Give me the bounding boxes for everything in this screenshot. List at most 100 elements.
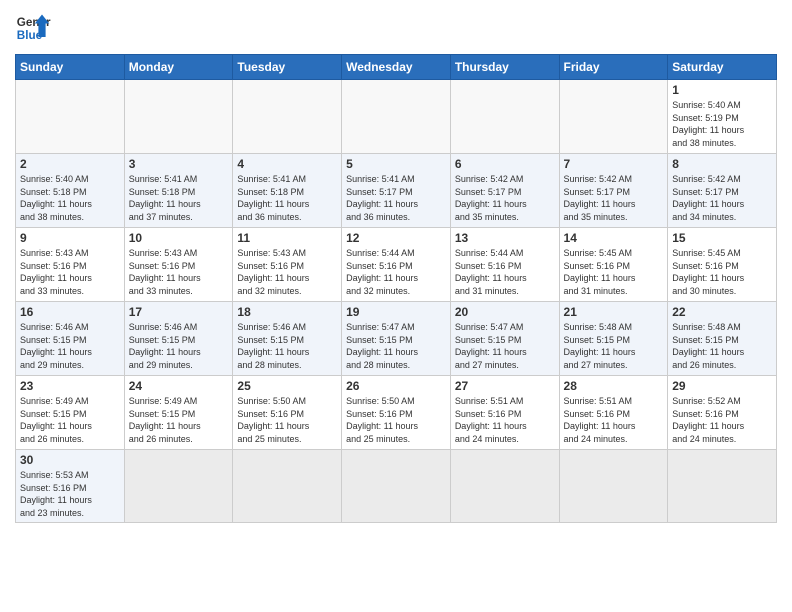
day-info: Sunrise: 5:44 AM Sunset: 5:16 PM Dayligh…: [346, 247, 446, 297]
day-info: Sunrise: 5:53 AM Sunset: 5:16 PM Dayligh…: [20, 469, 120, 519]
day-number: 22: [672, 305, 772, 319]
calendar-cell: 19 Sunrise: 5:47 AM Sunset: 5:15 PM Dayli…: [342, 302, 451, 376]
day-number: 11: [237, 231, 337, 245]
day-number: 28: [564, 379, 664, 393]
weekday-thursday: Thursday: [450, 55, 559, 80]
day-number: 6: [455, 157, 555, 171]
day-info: Sunrise: 5:43 AM Sunset: 5:16 PM Dayligh…: [237, 247, 337, 297]
day-info: Sunrise: 5:48 AM Sunset: 5:15 PM Dayligh…: [564, 321, 664, 371]
calendar-cell: 14Sunrise: 5:45 AM Sunset: 5:16 PM Dayli…: [559, 228, 668, 302]
weekday-wednesday: Wednesday: [342, 55, 451, 80]
day-info: Sunrise: 5:40 AM Sunset: 5:19 PM Dayligh…: [672, 99, 772, 149]
calendar-cell: [450, 80, 559, 154]
day-number: 8: [672, 157, 772, 171]
day-info: Sunrise: 5:49 AM Sunset: 5:15 PM Dayligh…: [129, 395, 229, 445]
day-info: Sunrise: 5:44 AM Sunset: 5:16 PM Dayligh…: [455, 247, 555, 297]
calendar-cell: 30 Sunrise: 5:53 AM Sunset: 5:16 PM Dayli…: [16, 450, 125, 523]
day-info: Sunrise: 5:43 AM Sunset: 5:16 PM Dayligh…: [20, 247, 120, 297]
day-info: Sunrise: 5:46 AM Sunset: 5:15 PM Dayligh…: [20, 321, 120, 371]
day-info: Sunrise: 5:42 AM Sunset: 5:17 PM Dayligh…: [672, 173, 772, 223]
day-info: Sunrise: 5:50 AM Sunset: 5:16 PM Dayligh…: [346, 395, 446, 445]
day-number: 13: [455, 231, 555, 245]
calendar-cell: 16 Sunrise: 5:46 AM Sunset: 5:15 PM Dayli…: [16, 302, 125, 376]
day-info: Sunrise: 5:46 AM Sunset: 5:15 PM Dayligh…: [129, 321, 229, 371]
day-number: 9: [20, 231, 120, 245]
day-number: 18: [237, 305, 337, 319]
logo-icon: General Blue: [15, 10, 51, 46]
day-info: Sunrise: 5:41 AM Sunset: 5:18 PM Dayligh…: [129, 173, 229, 223]
week-row-6: 30 Sunrise: 5:53 AM Sunset: 5:16 PM Dayli…: [16, 450, 777, 523]
calendar-cell: 15 Sunrise: 5:45 AM Sunset: 5:16 PM Dayli…: [668, 228, 777, 302]
calendar-cell: 28Sunrise: 5:51 AM Sunset: 5:16 PM Dayli…: [559, 376, 668, 450]
calendar-cell: 29 Sunrise: 5:52 AM Sunset: 5:16 PM Dayli…: [668, 376, 777, 450]
weekday-monday: Monday: [124, 55, 233, 80]
day-info: Sunrise: 5:42 AM Sunset: 5:17 PM Dayligh…: [455, 173, 555, 223]
day-number: 27: [455, 379, 555, 393]
day-number: 15: [672, 231, 772, 245]
week-row-1: 1 Sunrise: 5:40 AM Sunset: 5:19 PM Daylig…: [16, 80, 777, 154]
calendar-cell: 25 Sunrise: 5:50 AM Sunset: 5:16 PM Dayli…: [233, 376, 342, 450]
calendar-cell: 12 Sunrise: 5:44 AM Sunset: 5:16 PM Dayli…: [342, 228, 451, 302]
calendar-cell: 23Sunrise: 5:49 AM Sunset: 5:15 PM Dayli…: [16, 376, 125, 450]
calendar-cell: [233, 450, 342, 523]
day-number: 2: [20, 157, 120, 171]
day-number: 29: [672, 379, 772, 393]
weekday-friday: Friday: [559, 55, 668, 80]
weekday-tuesday: Tuesday: [233, 55, 342, 80]
weekday-saturday: Saturday: [668, 55, 777, 80]
day-number: 21: [564, 305, 664, 319]
day-info: Sunrise: 5:41 AM Sunset: 5:17 PM Dayligh…: [346, 173, 446, 223]
day-info: Sunrise: 5:45 AM Sunset: 5:16 PM Dayligh…: [672, 247, 772, 297]
header: General Blue: [15, 10, 777, 46]
calendar-cell: 27 Sunrise: 5:51 AM Sunset: 5:16 PM Dayli…: [450, 376, 559, 450]
calendar-cell: [342, 450, 451, 523]
day-info: Sunrise: 5:51 AM Sunset: 5:16 PM Dayligh…: [455, 395, 555, 445]
calendar-cell: 18 Sunrise: 5:46 AM Sunset: 5:15 PM Dayli…: [233, 302, 342, 376]
day-info: Sunrise: 5:47 AM Sunset: 5:15 PM Dayligh…: [346, 321, 446, 371]
day-number: 10: [129, 231, 229, 245]
day-info: Sunrise: 5:50 AM Sunset: 5:16 PM Dayligh…: [237, 395, 337, 445]
week-row-5: 23 Sunrise: 5:49 AM Sunset: 5:15 PM Dayli…: [16, 376, 777, 450]
calendar-cell: [450, 450, 559, 523]
calendar-cell: 9 Sunrise: 5:43 AM Sunset: 5:16 PM Daylig…: [16, 228, 125, 302]
day-number: 14: [564, 231, 664, 245]
calendar-cell: 6 Sunrise: 5:42 AM Sunset: 5:17 PM Daylig…: [450, 154, 559, 228]
day-info: Sunrise: 5:47 AM Sunset: 5:15 PM Dayligh…: [455, 321, 555, 371]
calendar-cell: [559, 80, 668, 154]
calendar-cell: 13 Sunrise: 5:44 AM Sunset: 5:16 PM Dayli…: [450, 228, 559, 302]
day-info: Sunrise: 5:52 AM Sunset: 5:16 PM Dayligh…: [672, 395, 772, 445]
calendar-cell: [124, 80, 233, 154]
calendar-cell: 26 Sunrise: 5:50 AM Sunset: 5:16 PM Dayli…: [342, 376, 451, 450]
day-info: Sunrise: 5:40 AM Sunset: 5:18 PM Dayligh…: [20, 173, 120, 223]
calendar-cell: 22 Sunrise: 5:48 AM Sunset: 5:15 PM Dayli…: [668, 302, 777, 376]
day-info: Sunrise: 5:41 AM Sunset: 5:18 PM Dayligh…: [237, 173, 337, 223]
calendar-cell: 21 Sunrise: 5:48 AM Sunset: 5:15 PM Dayli…: [559, 302, 668, 376]
day-info: Sunrise: 5:48 AM Sunset: 5:15 PM Dayligh…: [672, 321, 772, 371]
day-number: 26: [346, 379, 446, 393]
calendar-cell: 11 Sunrise: 5:43 AM Sunset: 5:16 PM Dayli…: [233, 228, 342, 302]
week-row-4: 16 Sunrise: 5:46 AM Sunset: 5:15 PM Dayli…: [16, 302, 777, 376]
day-number: 25: [237, 379, 337, 393]
day-number: 4: [237, 157, 337, 171]
calendar-cell: 2 Sunrise: 5:40 AM Sunset: 5:18 PM Daylig…: [16, 154, 125, 228]
day-number: 19: [346, 305, 446, 319]
calendar: SundayMondayTuesdayWednesdayThursdayFrid…: [15, 54, 777, 523]
calendar-cell: 5Sunrise: 5:41 AM Sunset: 5:17 PM Daylig…: [342, 154, 451, 228]
weekday-header-row: SundayMondayTuesdayWednesdayThursdayFrid…: [16, 55, 777, 80]
week-row-3: 9 Sunrise: 5:43 AM Sunset: 5:16 PM Daylig…: [16, 228, 777, 302]
day-info: Sunrise: 5:46 AM Sunset: 5:15 PM Dayligh…: [237, 321, 337, 371]
day-number: 24: [129, 379, 229, 393]
day-number: 23: [20, 379, 120, 393]
day-number: 12: [346, 231, 446, 245]
day-number: 30: [20, 453, 120, 467]
week-row-2: 2 Sunrise: 5:40 AM Sunset: 5:18 PM Daylig…: [16, 154, 777, 228]
page: General Blue SundayMondayTuesdayWednesda…: [0, 0, 792, 612]
calendar-cell: [342, 80, 451, 154]
day-number: 16: [20, 305, 120, 319]
logo: General Blue: [15, 10, 51, 46]
calendar-cell: [233, 80, 342, 154]
calendar-cell: 3Sunrise: 5:41 AM Sunset: 5:18 PM Daylig…: [124, 154, 233, 228]
day-number: 1: [672, 83, 772, 97]
calendar-cell: 17 Sunrise: 5:46 AM Sunset: 5:15 PM Dayli…: [124, 302, 233, 376]
day-number: 17: [129, 305, 229, 319]
